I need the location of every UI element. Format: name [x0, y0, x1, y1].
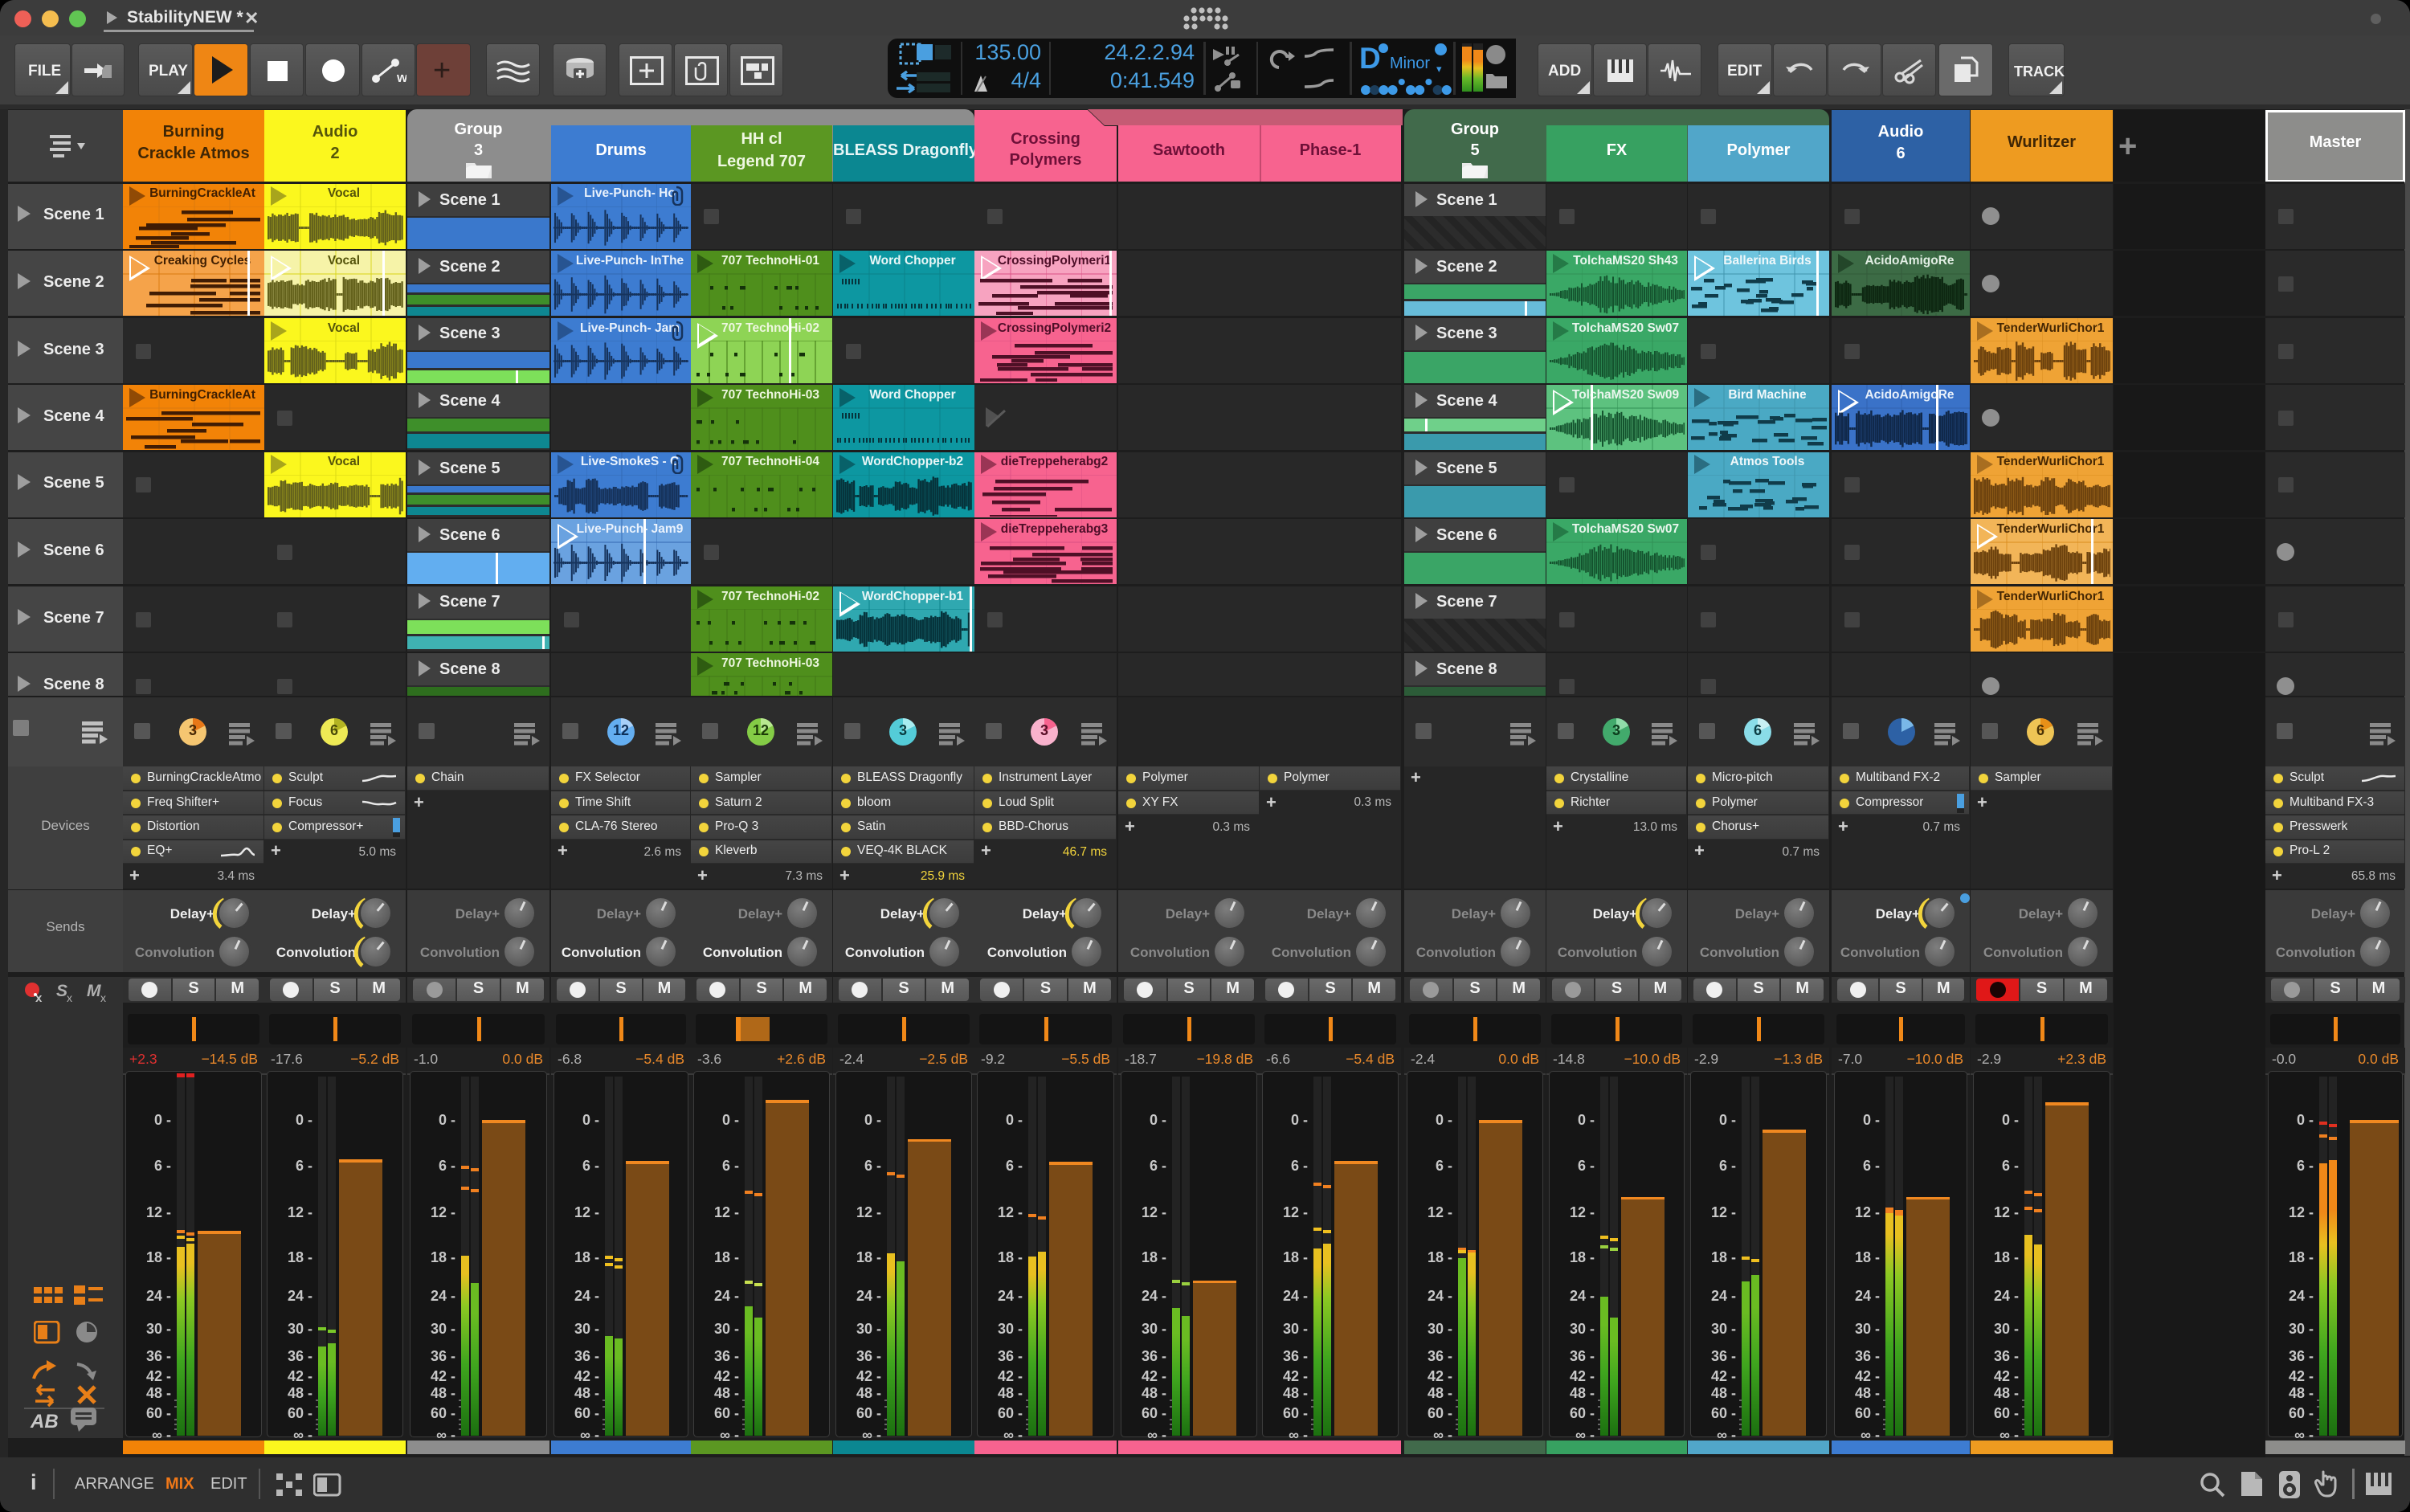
svg-text:x: x: [100, 991, 106, 1003]
svg-text:x: x: [67, 991, 72, 1003]
svg-text:w: w: [396, 70, 406, 85]
svg-text:x: x: [35, 991, 43, 1003]
svg-text:S: S: [56, 982, 67, 1000]
svg-text:M: M: [87, 982, 101, 1000]
